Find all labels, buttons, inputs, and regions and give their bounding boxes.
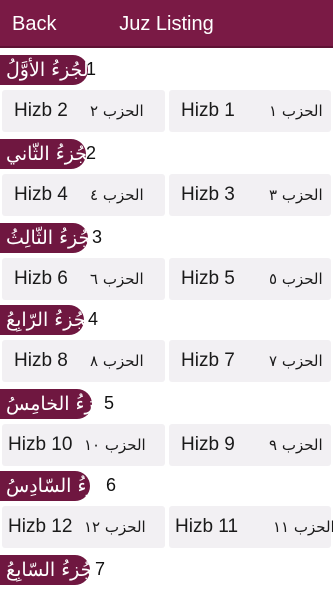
juz-number: 6: [106, 475, 117, 495]
juz-header-5: الجُزءُ الخامِسُ 5: [0, 389, 200, 419]
hizb-arabic-label: الحزب ٥: [269, 270, 323, 288]
juz-number: 5: [104, 393, 115, 413]
hizb-arabic-label: الحزب ٧: [269, 352, 323, 370]
hizb-arabic-label: الحزب ٣: [269, 186, 323, 204]
juz-name-banner: الجُزءُ السّادِسُ: [0, 471, 120, 501]
hizb-row: Hizb 12 الحزب ١٢ Hizb 11 الحزب ١١: [0, 506, 333, 548]
juz-number: 7: [95, 559, 106, 579]
hizb-english-label: Hizb 2: [14, 100, 68, 121]
hizb-english-label: Hizb 11: [175, 516, 239, 537]
hizb-english-label: Hizb 8: [14, 350, 68, 371]
hizb-arabic-label: الحزب ٦: [90, 270, 144, 288]
juz-header-7: الجُزءُ السّابِعُ 7: [0, 555, 200, 585]
hizb-arabic-label: الحزب ١: [269, 102, 323, 120]
hizb-english-label: Hizb 12: [8, 516, 73, 537]
juz-name-banner: الجُزءُ الخامِسُ: [0, 389, 118, 419]
juz-header-3: الجُزءُ الثّالِثُ 3: [0, 223, 200, 253]
juz-name-banner: الجُزءُ الرّابِعُ: [0, 305, 97, 335]
hizb-1-cell[interactable]: Hizb 1 الحزب ١: [169, 90, 331, 132]
hizb-row: Hizb 8 الحزب ٨ Hizb 7 الحزب ٧: [0, 340, 333, 382]
hizb-9-cell[interactable]: Hizb 9 الحزب ٩: [169, 424, 331, 466]
hizb-english-label: Hizb 5: [181, 268, 235, 289]
juz-name-banner: الجُزءُ السّابِعُ: [0, 555, 104, 585]
hizb-8-cell[interactable]: Hizb 8 الحزب ٨: [2, 340, 165, 382]
hizb-arabic-label: الحزب ٩: [269, 436, 323, 454]
juz-name-banner: الجُزءُ الثّالِثُ: [0, 223, 102, 253]
hizb-arabic-label: الحزب ١٠: [84, 436, 146, 454]
hizb-arabic-label: الحزب ١١: [273, 518, 333, 536]
hizb-row: Hizb 2 الحزب ٢ Hizb 1 الحزب ١: [0, 90, 333, 132]
hizb-10-cell[interactable]: Hizb 10 الحزب ١٠: [2, 424, 165, 466]
juz-number: 3: [92, 227, 103, 247]
hizb-english-label: Hizb 3: [181, 184, 235, 205]
hizb-row: Hizb 4 الحزب ٤ Hizb 3 الحزب ٣: [0, 174, 333, 216]
juz-header-6: الجُزءُ السّادِسُ 6: [0, 471, 200, 501]
hizb-11-cell[interactable]: Hizb 11 الحزب ١١: [169, 506, 333, 548]
juz-number: 4: [88, 309, 99, 329]
hizb-arabic-label: الحزب ٤: [90, 186, 144, 204]
hizb-row: Hizb 6 الحزب ٦ Hizb 5 الحزب ٥: [0, 258, 333, 300]
hizb-arabic-label: الحزب ٨: [90, 352, 144, 370]
page-title: Juz Listing: [119, 13, 214, 35]
hizb-3-cell[interactable]: Hizb 3 الحزب ٣: [169, 174, 331, 216]
hizb-arabic-label: الحزب ١٢: [84, 518, 146, 536]
juz-number: 2: [86, 143, 97, 163]
hizb-english-label: Hizb 6: [14, 268, 68, 289]
hizb-5-cell[interactable]: Hizb 5 الحزب ٥: [169, 258, 331, 300]
hizb-english-label: Hizb 10: [8, 434, 73, 455]
juz-header-4: الجُزءُ الرّابِعُ 4: [0, 305, 200, 335]
hizb-2-cell[interactable]: Hizb 2 الحزب ٢: [2, 90, 165, 132]
hizb-7-cell[interactable]: Hizb 7 الحزب ٧: [169, 340, 331, 382]
hizb-english-label: Hizb 9: [181, 434, 235, 455]
juz-name-banner: الجُزءُ الأوَّلُ: [0, 55, 94, 85]
hizb-english-label: Hizb 7: [181, 350, 235, 371]
hizb-row: Hizb 10 الحزب ١٠ Hizb 9 الحزب ٩: [0, 424, 333, 466]
juz-name-banner: الجُزءُ الثّاني: [0, 139, 99, 169]
hizb-arabic-label: الحزب ٢: [90, 102, 144, 120]
hizb-6-cell[interactable]: Hizb 6 الحزب ٦: [2, 258, 165, 300]
hizb-12-cell[interactable]: Hizb 12 الحزب ١٢: [2, 506, 165, 548]
juz-header-1: الجُزءُ الأوَّلُ 1: [0, 55, 200, 85]
juz-number: 1: [86, 59, 97, 79]
juz-header-2: الجُزءُ الثّاني 2: [0, 139, 200, 169]
hizb-4-cell[interactable]: Hizb 4 الحزب ٤: [2, 174, 165, 216]
navigation-bar: Back Juz Listing: [0, 0, 333, 48]
hizb-english-label: Hizb 4: [14, 184, 68, 205]
hizb-english-label: Hizb 1: [181, 100, 235, 121]
